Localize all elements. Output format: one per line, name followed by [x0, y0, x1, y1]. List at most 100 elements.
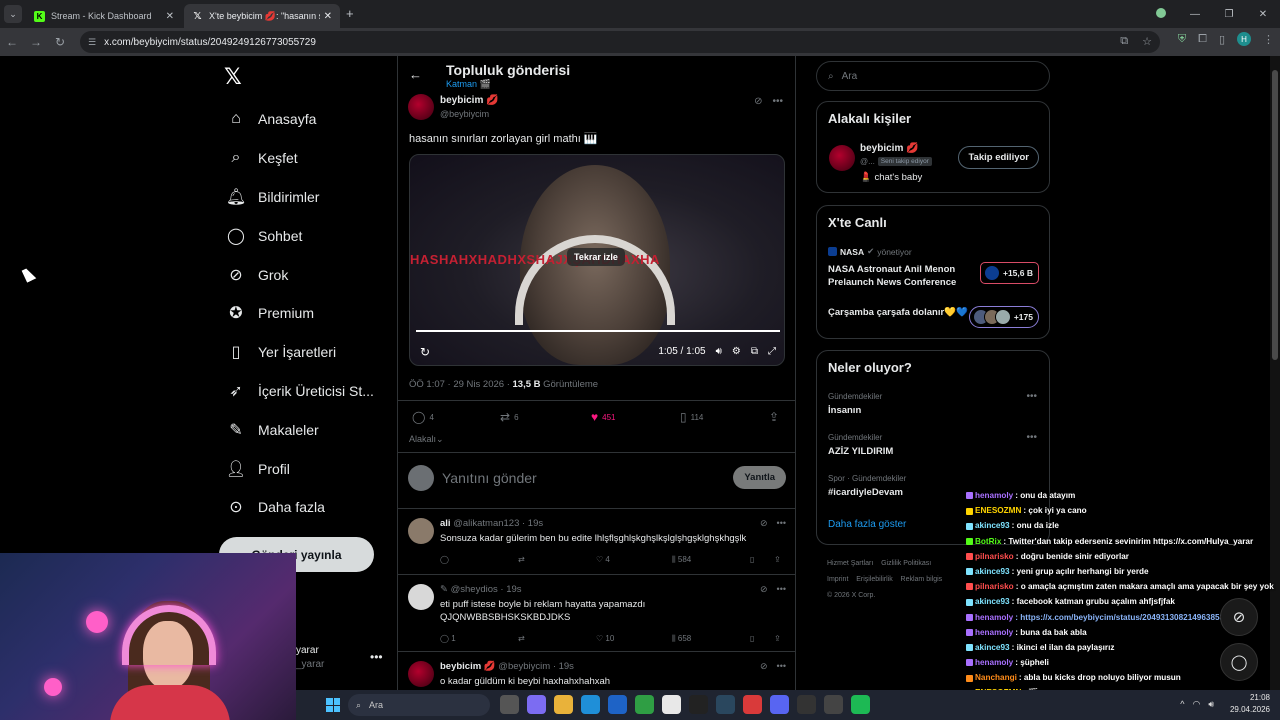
site-info-icon[interactable]: ☰	[88, 37, 96, 48]
author-name[interactable]: beybicim 💋	[440, 95, 499, 106]
shield-extension-icon[interactable]: ⛨	[1178, 33, 1186, 46]
views-action[interactable]: ⫼ 584	[672, 555, 691, 565]
app-icon[interactable]	[824, 695, 843, 714]
chat-username[interactable]: Nanchangi	[975, 673, 1017, 682]
more-icon[interactable]: •••	[777, 661, 786, 672]
clock[interactable]: 21:08 29.04.2026	[1230, 692, 1270, 716]
spotify-icon[interactable]	[851, 695, 870, 714]
volume-icon[interactable]: 🔊︎	[1208, 699, 1214, 710]
copilot-icon[interactable]	[527, 695, 546, 714]
volume-icon[interactable]: 🔊︎	[716, 346, 722, 357]
edge-icon[interactable]	[581, 695, 600, 714]
close-tab-icon[interactable]: ✕	[166, 11, 174, 22]
avatar[interactable]	[408, 94, 434, 120]
chat-username[interactable]: BotRix	[975, 537, 1001, 546]
reload-icon[interactable]: ↻	[48, 35, 72, 49]
chat-username[interactable]: henamoly	[975, 491, 1013, 500]
close-tab-icon[interactable]: ✕	[324, 11, 332, 22]
share-icon[interactable]: ⇪	[774, 634, 781, 643]
more-icon[interactable]: •••	[772, 96, 783, 107]
author-handle[interactable]: @beybiycim	[440, 109, 489, 119]
close-window-button[interactable]: ✕	[1246, 9, 1280, 20]
video-player[interactable]: HASHAHXHADHXSHAJXŞAHDHAXHA Tekrar izle ↻…	[409, 154, 785, 366]
chat-text[interactable]: : https://x.com/beybiycim/status/2049313…	[1015, 613, 1228, 622]
avatar[interactable]	[408, 518, 434, 544]
more-icon[interactable]: •••	[777, 584, 786, 595]
reply-author[interactable]: beybicim 💋	[440, 661, 496, 672]
avatar[interactable]	[408, 661, 434, 687]
share-icon[interactable]: ⇪	[774, 555, 781, 564]
footer-link[interactable]: Reklam bilgis	[901, 576, 943, 583]
bookmark-action[interactable]: ▯ 114	[680, 410, 703, 424]
outlook-icon[interactable]	[608, 695, 627, 714]
messages-float-icon[interactable]: ◯	[1220, 643, 1258, 681]
windows-start-icon[interactable]	[326, 698, 340, 712]
chat-username[interactable]: pilnarisko	[975, 552, 1014, 561]
reply-handle[interactable]: @beybiycim · 19s	[498, 661, 574, 672]
chat-username[interactable]: henamoly	[975, 628, 1013, 637]
trend-name[interactable]: AZİZ YILDIRIM	[828, 446, 893, 457]
trend-name[interactable]: #icardiyleDevam	[828, 487, 903, 498]
video-progress-bar[interactable]	[416, 330, 780, 332]
reply-button[interactable]: Yanıtla	[733, 466, 786, 489]
chevron-up-icon[interactable]: ^	[1180, 699, 1184, 710]
community-name[interactable]: Katman 🎬	[446, 79, 491, 90]
live-listeners-pill[interactable]: +175	[968, 306, 1039, 328]
sidebar-item-chat[interactable]: ◯ Sohbet	[226, 216, 374, 255]
more-icon[interactable]: •••	[1026, 391, 1037, 402]
grok-icon[interactable]: ⊘	[760, 518, 768, 529]
reply-handle[interactable]: @alikatman123 · 19s	[453, 518, 543, 529]
sidebar-item-home[interactable]: ⌂ Anasayfa	[226, 100, 374, 139]
fullscreen-icon[interactable]: ⤢	[768, 346, 776, 357]
sidebar-item-premium[interactable]: ✪ Premium	[226, 294, 374, 333]
minimize-button[interactable]: —	[1178, 9, 1212, 20]
sidebar-item-grok[interactable]: ⊘ Grok	[226, 255, 374, 294]
chat-username[interactable]: henamoly	[975, 613, 1013, 622]
live-title[interactable]: Çarşamba çarşafa dolanır💛💙	[828, 306, 968, 319]
replay-icon[interactable]: ↻	[420, 345, 430, 359]
tab-search-button[interactable]: ⌄	[4, 5, 22, 23]
settings-gear-icon[interactable]: ⚙	[732, 346, 741, 357]
file-explorer-icon[interactable]	[554, 695, 573, 714]
pip-icon[interactable]: ⧉	[751, 346, 758, 357]
account-switcher[interactable]: yarar _yarar	[296, 645, 324, 670]
x-logo-icon[interactable]: 𝕏	[224, 64, 242, 90]
account-more-icon[interactable]: •••	[370, 650, 383, 664]
sidebar-item-profile[interactable]: 👤︎ Profil	[226, 449, 374, 488]
back-arrow-icon[interactable]: ←	[409, 67, 422, 82]
tab-x-post[interactable]: 𝕏 X'te beybicim 💋: "hasanın sın… ✕	[184, 4, 340, 28]
profile-indicator[interactable]	[1144, 7, 1178, 21]
chat-username[interactable]: akince93	[975, 643, 1010, 652]
grok-float-icon[interactable]: ⊘	[1220, 598, 1258, 636]
maximize-button[interactable]: ❐	[1212, 9, 1246, 20]
profile-avatar[interactable]: H	[1237, 32, 1251, 46]
reply-handle[interactable]: @sheydios · 19s	[451, 584, 522, 595]
sidebar-item-more[interactable]: ⊙ Daha fazla	[226, 488, 374, 527]
discord-icon[interactable]	[770, 695, 789, 714]
footer-link[interactable]: Gizlilik Politikası	[881, 560, 931, 567]
chat-username[interactable]: pilnarisko	[975, 582, 1014, 591]
scrollbar-thumb[interactable]	[1272, 70, 1278, 360]
reply-action[interactable]: ◯ 4	[412, 410, 434, 424]
app-icon[interactable]	[743, 695, 762, 714]
tab-kick-dashboard[interactable]: K Stream - Kick Dashboard ✕	[26, 4, 182, 28]
sidebar-item-articles[interactable]: ✎ Makaleler	[226, 410, 374, 449]
bookmark-icon[interactable]: ▯	[750, 555, 754, 564]
trend-name[interactable]: İnsanın	[828, 405, 861, 416]
live-listeners-pill[interactable]: +15,6 B	[979, 262, 1039, 284]
chat-username[interactable]: akince93	[975, 567, 1010, 576]
reply-sort-dropdown[interactable]: Alakalı⌄	[409, 434, 444, 445]
steam-icon[interactable]	[716, 695, 735, 714]
reply-author[interactable]: ✎	[440, 584, 448, 595]
xbox-icon[interactable]	[635, 695, 654, 714]
share-action[interactable]: ⇪	[769, 410, 779, 424]
chat-username[interactable]: ENESOZMN	[975, 506, 1021, 515]
repost-action[interactable]: ⇄ 6	[500, 410, 519, 424]
forward-icon[interactable]: →	[24, 35, 48, 49]
like-action[interactable]: ♡ 10	[596, 634, 614, 643]
person-name[interactable]: beybicim 💋	[860, 143, 919, 154]
footer-link[interactable]: Hizmet Şartları	[827, 560, 873, 567]
grok-icon[interactable]: ⊘	[754, 96, 762, 107]
sidebar-item-explore[interactable]: ⌕ Keşfet	[226, 139, 374, 178]
reply-icon[interactable]: ◯	[440, 555, 449, 564]
